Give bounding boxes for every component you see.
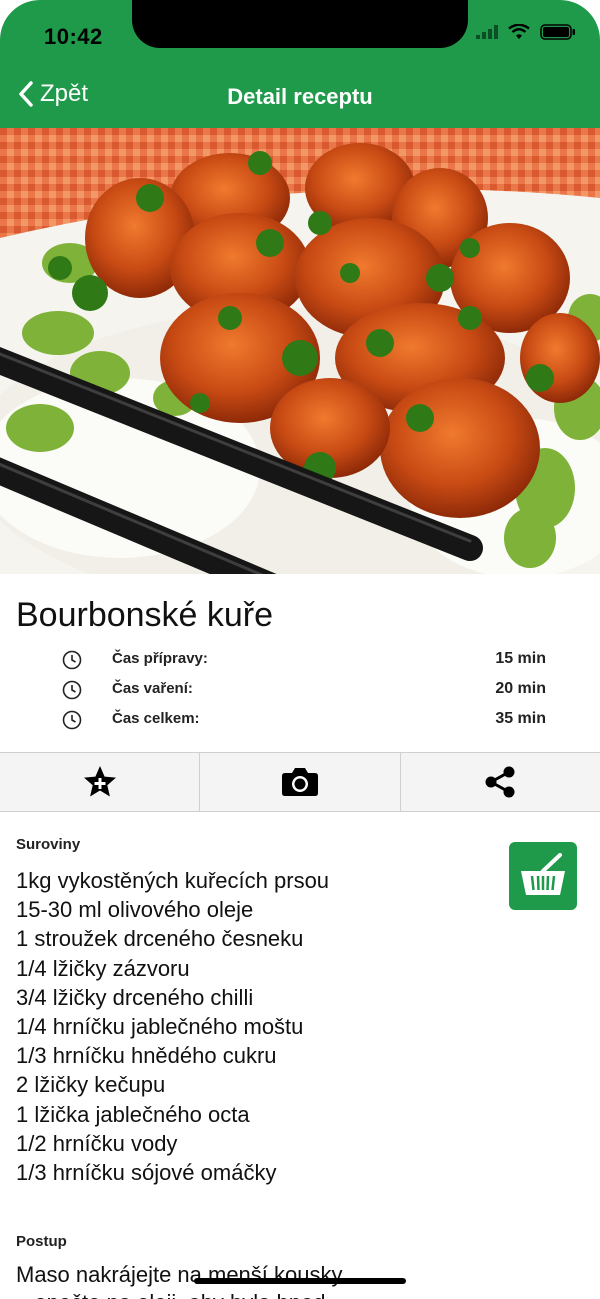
time-label: Čas vaření:: [112, 680, 193, 697]
share-icon: [485, 766, 515, 798]
notch: [132, 0, 468, 48]
recipe-title: Bourbonské kuře: [16, 596, 274, 634]
screen: 10:42 Zpět Detail receptu Bourbonské kuř…: [0, 0, 600, 1299]
time-info: Čas přípravy: 15 min Čas vaření: 20 min …: [58, 646, 546, 736]
ingredient-list: 1kg vykostěných kuřecích prsou 15-30 ml …: [16, 866, 496, 1187]
steps-heading: Postup: [16, 1233, 67, 1250]
ingredients-heading: Suroviny: [16, 836, 81, 853]
star-plus-icon: [83, 766, 116, 797]
action-bar: [0, 752, 600, 812]
ingredient-item: 1/3 hrníčku hnědého cukru: [16, 1043, 277, 1069]
ingredient-item: 3/4 lžičky drceného chilli: [16, 984, 254, 1010]
time-label: Čas celkem:: [112, 710, 200, 727]
prep-time-row: Čas přípravy: 15 min: [58, 646, 546, 676]
basket-icon: [521, 853, 565, 895]
signal-icon: [476, 25, 498, 44]
ingredient-item: 1/4 hrníčku jablečného moštu: [16, 1014, 304, 1040]
ingredient-item: 2 lžičky kečupu: [16, 1072, 166, 1098]
camera-icon: [281, 768, 318, 796]
header: 10:42 Zpět Detail receptu: [0, 0, 600, 128]
clock-icon: [62, 710, 82, 735]
steps-text-continued: a opečte na oleji, aby bylo hned: [16, 1290, 325, 1299]
clock-icon: [62, 650, 82, 675]
home-indicator[interactable]: [194, 1278, 406, 1284]
battery-icon: [540, 24, 576, 45]
ingredient-item: 1/4 lžičky zázvoru: [16, 955, 190, 981]
ingredient-item: 1/2 hrníčku vody: [16, 1130, 178, 1156]
ingredient-item: 15-30 ml olivového oleje: [16, 897, 254, 923]
time-value: 20 min: [495, 680, 546, 697]
ingredient-item: 1 stroužek drceného česneku: [16, 926, 304, 952]
camera-button[interactable]: [200, 753, 401, 811]
time-label: Čas přípravy:: [112, 650, 208, 667]
ingredient-item: 1kg vykostěných kuřecích prsou: [16, 868, 330, 893]
ingredient-item: 1/3 hrníčku sójové omáčky: [16, 1160, 277, 1186]
time-value: 35 min: [495, 710, 546, 727]
share-button[interactable]: [401, 753, 600, 811]
total-time-row: Čas celkem: 35 min: [58, 706, 546, 736]
wifi-icon: [508, 23, 530, 45]
navigation-bar: Zpět Detail receptu: [0, 72, 600, 122]
time-value: 15 min: [495, 650, 546, 667]
clock-icon: [62, 680, 82, 705]
recipe-photo: [0, 128, 600, 574]
ingredient-item: 1 lžička jablečného octa: [16, 1101, 250, 1127]
cook-time-row: Čas vaření: 20 min: [58, 676, 546, 706]
status-time: 10:42: [44, 24, 103, 49]
status-icons: [476, 23, 576, 45]
page-title: Detail receptu: [227, 84, 373, 109]
add-to-shopping-list-button[interactable]: [509, 842, 577, 910]
favorite-button[interactable]: [0, 753, 201, 811]
steps-text: Maso nakrájejte na menší kousky: [16, 1262, 343, 1287]
